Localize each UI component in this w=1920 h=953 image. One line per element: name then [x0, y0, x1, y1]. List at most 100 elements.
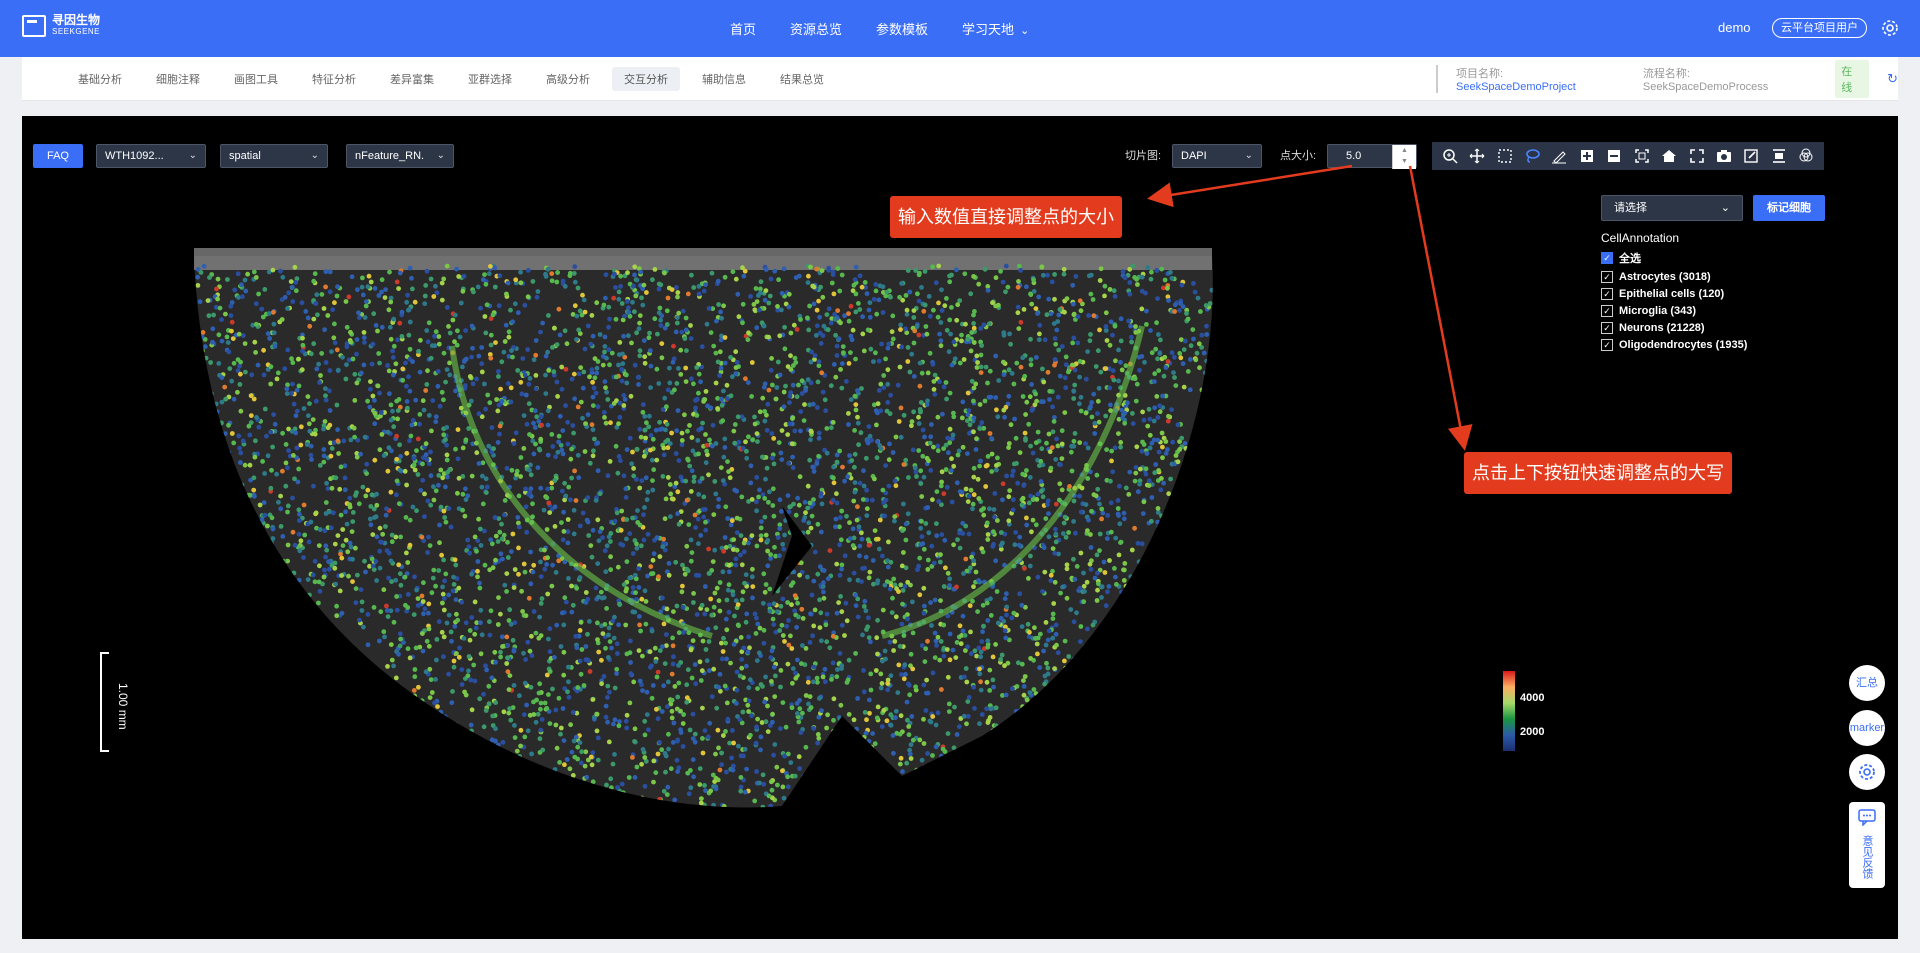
cell-dot: [674, 428, 680, 434]
cell-dot: [1115, 498, 1121, 503]
cell-dot: [621, 333, 626, 339]
tab-annotation[interactable]: 细胞注释: [144, 67, 212, 91]
tab-basic[interactable]: 基础分析: [66, 67, 134, 91]
cell-dot: [927, 350, 933, 356]
user-role-badge[interactable]: 云平台项目用户: [1772, 18, 1867, 38]
tab-plot-tools[interactable]: 画图工具: [222, 67, 290, 91]
cell-dot: [1199, 587, 1205, 593]
cell-dot: [195, 723, 201, 729]
nav-templates[interactable]: 参数模板: [876, 19, 928, 38]
cell-dot: [582, 346, 588, 352]
cell-dot: [1038, 733, 1044, 738]
cell-dot: [1192, 724, 1197, 730]
cell-dot: [403, 515, 409, 520]
cell-dot: [719, 640, 724, 646]
cell-dot: [1087, 338, 1093, 344]
cell-dot: [1158, 487, 1164, 493]
cell-dot: [227, 366, 233, 371]
user-name[interactable]: demo: [1718, 20, 1751, 35]
cell-dot: [643, 621, 649, 627]
spatial-canvas[interactable]: FAQ WTH1092... ⌄ spatial ⌄ nFeature_RN. ⌄ 切…: [22, 116, 1898, 939]
cell-dot: [1208, 636, 1213, 642]
cell-dot: [698, 379, 703, 385]
cell-dot: [1204, 474, 1210, 480]
cell-dot: [261, 727, 267, 732]
cell-dot: [747, 645, 752, 651]
tab-interactive[interactable]: 交互分析: [612, 67, 680, 91]
cell-dot: [580, 292, 585, 298]
cell-dot: [435, 800, 440, 806]
nav-home[interactable]: 首页: [730, 19, 756, 38]
cell-dot: [940, 788, 946, 793]
cell-dot: [923, 708, 929, 713]
tab-diff[interactable]: 差异富集: [378, 67, 446, 91]
cell-dot: [538, 706, 543, 712]
cell-dot: [1026, 500, 1032, 506]
refresh-icon[interactable]: ↻: [1887, 71, 1898, 87]
cell-dot: [711, 802, 716, 808]
cell-dot: [1116, 606, 1122, 612]
cell-dot: [717, 373, 722, 378]
cell-dot: [993, 705, 999, 711]
logo[interactable]: 寻因生物 SEEKGENE: [22, 14, 100, 37]
cell-dot: [1115, 779, 1121, 785]
cell-dot: [1093, 493, 1099, 499]
cell-dot: [226, 571, 232, 576]
tab-advanced[interactable]: 高级分析: [534, 67, 602, 91]
cell-dot: [1126, 492, 1132, 497]
cell-dot: [990, 654, 996, 660]
cell-dot: [1102, 293, 1107, 299]
nav-resources[interactable]: 资源总览: [790, 19, 842, 38]
cell-dot: [612, 717, 618, 723]
tab-aux[interactable]: 辅助信息: [690, 67, 758, 91]
cell-dot: [903, 521, 909, 527]
cell-dot: [342, 475, 348, 481]
cell-dot: [316, 600, 321, 606]
cell-dot: [679, 589, 685, 595]
cell-dot: [853, 603, 859, 608]
cell-dot: [498, 386, 503, 392]
tab-overview[interactable]: 结果总览: [768, 67, 836, 91]
cell-dot: [1174, 781, 1180, 787]
cell-dot: [569, 749, 575, 755]
cell-dot: [1108, 402, 1113, 408]
cell-dot: [650, 557, 656, 563]
cell-dot: [554, 622, 560, 628]
cell-dot: [754, 658, 760, 663]
cell-dot: [1202, 771, 1208, 777]
cell-dot: [285, 724, 291, 730]
cell-dot: [1033, 306, 1039, 311]
cell-dot: [317, 527, 323, 532]
tab-feature[interactable]: 特征分析: [300, 67, 368, 91]
cell-dot: [364, 299, 369, 304]
project-name[interactable]: SeekSpaceDemoProject: [1456, 81, 1576, 93]
cell-dot: [559, 447, 565, 453]
cell-dot: [607, 639, 613, 644]
cell-dot: [455, 328, 460, 334]
cell-dot: [200, 761, 206, 767]
nav-learning[interactable]: 学习天地 ⌄: [962, 19, 1029, 38]
cell-dot: [444, 457, 450, 463]
cell-dot: [299, 300, 305, 306]
cell-dot: [332, 565, 338, 571]
cell-dot: [769, 779, 774, 785]
cell-dot: [1151, 751, 1157, 757]
cell-dot: [1094, 472, 1100, 478]
cell-dot: [356, 501, 362, 507]
cell-dot: [276, 693, 282, 699]
cell-dot: [208, 681, 214, 686]
cell-dot: [816, 298, 821, 304]
cell-dot: [867, 314, 873, 320]
process-name: SeekSpaceDemoProcess: [1642, 81, 1769, 93]
cell-dot: [480, 501, 486, 507]
cell-dot: [922, 603, 927, 609]
tab-subcluster[interactable]: 亚群选择: [456, 67, 524, 91]
cell-dot: [332, 321, 337, 327]
cell-dot: [922, 302, 928, 308]
cell-dot: [1042, 569, 1048, 575]
cell-dot: [255, 362, 261, 368]
cell-dot: [574, 337, 579, 342]
cell-dot: [998, 543, 1004, 548]
cell-dot: [313, 659, 319, 665]
gear-icon[interactable]: [1880, 18, 1900, 38]
